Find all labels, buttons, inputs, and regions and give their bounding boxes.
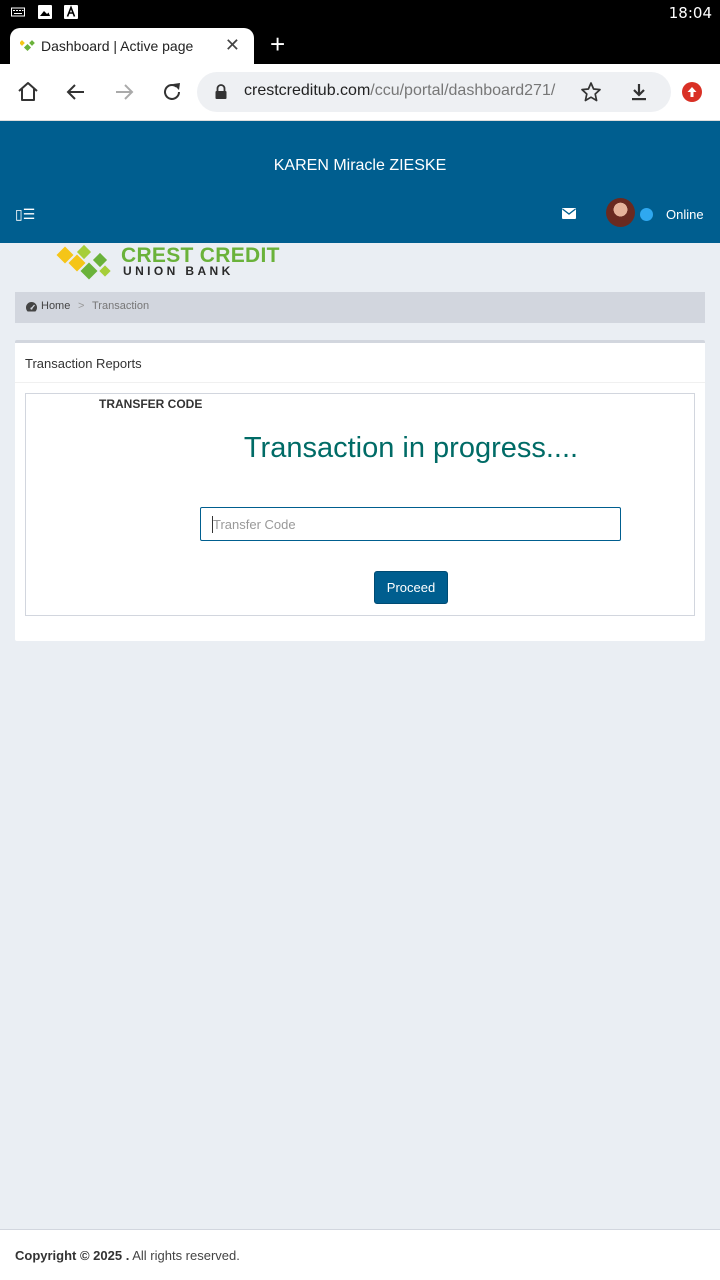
copyright-text: Copyright © 2025 . All rights reserved. [15,1248,240,1263]
logo-line2: UNION BANK [123,264,234,278]
user-name: KAREN Miracle ZIESKE [273,157,447,174]
browser-toolbar: crestcreditub.com/ccu/portal/dashboard27… [0,64,720,121]
transfer-code-input[interactable] [200,507,621,541]
online-status-label: Online [666,207,704,222]
back-arrow-icon[interactable] [62,78,90,106]
text-caret [212,516,213,533]
font-a-icon [64,5,78,19]
tab-title: Dashboard | Active page [41,38,194,54]
url-text: crestcreditub.com/ccu/portal/dashboard27… [244,82,556,99]
progress-message: Transaction in progress.... [243,432,579,464]
proceed-button[interactable]: Proceed [374,571,448,604]
menu-toggle-icon[interactable]: ▯☰ [15,206,35,223]
transaction-box: Transaction Reports TRANSFER CODE Transa… [15,340,705,641]
reload-icon[interactable] [158,78,186,106]
breadcrumb-separator: > [78,300,85,312]
close-tab-icon[interactable]: ✕ [225,35,240,56]
mail-icon[interactable] [562,208,576,219]
box-title: Transaction Reports [25,356,142,371]
download-icon[interactable] [628,81,650,103]
online-status-dot [640,208,653,221]
bookmark-star-icon[interactable] [580,81,602,103]
new-tab-icon[interactable]: + [270,31,285,57]
tab-strip: Dashboard | Active page ✕ + [0,26,720,64]
image-icon [38,5,52,19]
logo-mark-icon [56,244,111,280]
breadcrumb-home-link[interactable]: Home [41,300,70,312]
forward-arrow-icon[interactable] [110,78,138,106]
browser-tab[interactable]: Dashboard | Active page ✕ [10,28,254,64]
keyboard-icon [11,7,25,17]
breadcrumb-current: Transaction [92,300,150,312]
box-header: Transaction Reports [15,343,705,383]
avatar[interactable] [606,198,635,227]
home-icon[interactable] [14,78,42,106]
transfer-code-label: TRANSFER CODE [99,397,203,411]
address-bar[interactable]: crestcreditub.com/ccu/portal/dashboard27… [197,72,671,112]
update-icon[interactable] [682,82,702,102]
breadcrumb: Home > Transaction [15,292,705,323]
dashboard-icon [25,302,38,312]
footer: Copyright © 2025 . All rights reserved. [0,1229,720,1280]
transfer-code-panel: TRANSFER CODE Transaction in progress...… [25,393,695,616]
site-header: KAREN Miracle ZIESKE ▯☰ Online [0,121,720,243]
favicon-icon [20,40,35,52]
bank-logo[interactable]: CREST CREDIT UNION BANK [55,243,279,285]
lock-icon [215,84,227,99]
status-bar: 18:04 [0,0,720,26]
clock: 18:04 [668,4,712,22]
